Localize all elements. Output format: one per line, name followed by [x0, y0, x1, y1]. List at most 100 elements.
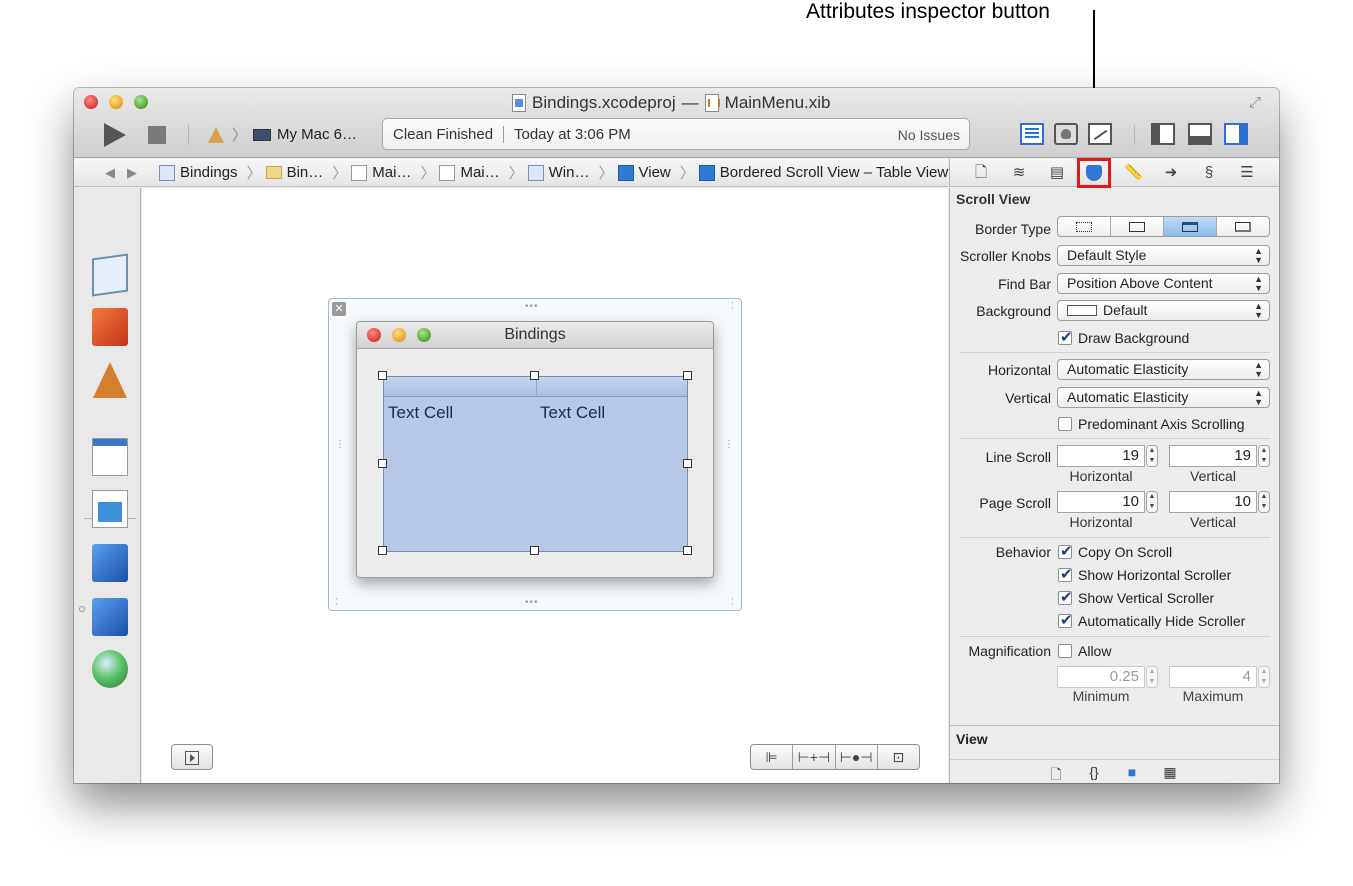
zoom-button[interactable] [134, 95, 148, 109]
show-horizontal-scroller-checkbox[interactable] [1058, 565, 1073, 583]
back-arrow-icon[interactable]: ◀ [105, 165, 115, 181]
line-scroll-horizontal-stepper[interactable]: ▲ ▼ [1146, 445, 1158, 467]
page-scroll-vertical-stepper[interactable]: ▲ ▼ [1258, 491, 1270, 513]
resize-handle[interactable] [378, 371, 387, 380]
scroller-knobs-popup[interactable]: Default Style ▲ ▼ [1057, 245, 1270, 266]
page-scroll-horizontal-field[interactable]: 10 [1057, 491, 1145, 513]
pin-button[interactable]: ⊢+⊣ [793, 745, 836, 769]
object-library-icon[interactable]: ■ [1124, 764, 1140, 780]
border-type-segmented[interactable] [1057, 216, 1270, 237]
maximum-caption: Maximum [1182, 688, 1244, 704]
stop-button[interactable] [148, 126, 166, 144]
text-cell[interactable]: Text Cell [388, 403, 453, 423]
fullscreen-icon[interactable]: ⤢ [1249, 94, 1267, 112]
issues-label[interactable]: No Issues [898, 127, 960, 143]
document-outline-toggle-button[interactable] [171, 744, 213, 770]
table-view[interactable]: Text Cell Text Cell [383, 376, 688, 552]
layout-buttons: ⊫ ⊢+⊣ ⊢●⊣ ⊡ [750, 744, 920, 770]
quick-help-icon[interactable]: ≋ [1010, 164, 1028, 182]
align-button[interactable]: ⊫ [751, 745, 794, 769]
resize-handle[interactable] [683, 546, 692, 555]
show-vertical-scroller-checkbox[interactable] [1058, 588, 1073, 606]
design-window[interactable]: Bindings Text Cell Text Cell [356, 321, 714, 578]
debug-area-toggle-icon[interactable] [1188, 123, 1212, 145]
view-icon [698, 164, 715, 181]
border-bezel-segment[interactable] [1164, 217, 1217, 236]
resizing-button[interactable]: ⊡ [878, 745, 919, 769]
utilities-toggle-icon[interactable] [1224, 123, 1248, 145]
resize-handle[interactable] [530, 371, 539, 380]
resize-dots: ⋮ [335, 439, 346, 450]
resize-handle[interactable] [378, 546, 387, 555]
media-library-icon[interactable]: ▦ [1162, 764, 1178, 780]
assistant-editor-icon[interactable] [1054, 123, 1078, 145]
resize-dots: ••• [525, 597, 539, 608]
line-scroll-vertical-field[interactable]: 19 [1169, 445, 1257, 467]
code-snippet-icon[interactable]: {} [1086, 764, 1102, 780]
resize-handle[interactable] [683, 371, 692, 380]
resize-handle[interactable] [683, 459, 692, 468]
predominant-axis-checkbox[interactable] [1058, 417, 1072, 431]
standard-editor-icon[interactable] [1020, 123, 1044, 145]
copy-on-scroll-label: Copy On Scroll [1078, 544, 1173, 560]
close-button[interactable] [84, 95, 98, 109]
horizontal-elasticity-popup[interactable]: Automatic Elasticity ▲ ▼ [1057, 359, 1270, 380]
line-scroll-horizontal-field[interactable]: 19 [1057, 445, 1145, 467]
project-icon [159, 164, 175, 181]
run-button[interactable] [104, 123, 126, 147]
breadcrumb-menu[interactable]: Mai… 〉 [439, 162, 524, 183]
object-cube-icon[interactable] [92, 598, 128, 636]
minimize-button[interactable] [109, 95, 123, 109]
ib-canvas[interactable]: ✕ ••• ⁚ ⋮ ⋮ ⁚ ••• ⁚ Bindings Text Cell T… [142, 188, 948, 783]
text-cell[interactable]: Text Cell [540, 403, 605, 423]
folder-icon [265, 166, 282, 179]
scheme-selector[interactable]: 〉 My Mac 6… [206, 124, 357, 145]
forward-arrow-icon[interactable]: ▶ [127, 165, 137, 181]
resolve-button[interactable]: ⊢●⊣ [836, 745, 878, 769]
font-manager-icon[interactable] [92, 650, 128, 688]
breadcrumb-project[interactable]: Bindings 〉 [159, 162, 262, 183]
breadcrumb-window[interactable]: Win… 〉 [527, 162, 614, 183]
section-divider [960, 438, 1270, 439]
vertical-elasticity-popup[interactable]: Automatic Elasticity ▲ ▼ [1057, 387, 1270, 408]
border-line-segment[interactable] [1111, 217, 1164, 236]
resize-handle[interactable] [378, 459, 387, 468]
popup-arrows-icon: ▲ ▼ [1254, 301, 1263, 320]
application-icon[interactable] [92, 362, 128, 400]
line-scroll-vertical-stepper[interactable]: ▲ ▼ [1258, 445, 1270, 467]
page-scroll-vertical-caption: Vertical [1190, 514, 1236, 530]
bindings-inspector-icon[interactable]: § [1200, 164, 1218, 182]
identity-inspector-icon[interactable]: ▤ [1048, 164, 1066, 182]
app-delegate-icon[interactable] [92, 544, 128, 582]
breadcrumb-view[interactable]: View 〉 [617, 162, 695, 183]
breadcrumb-scroll-view[interactable]: Bordered Scroll View – Table View [698, 164, 948, 181]
page-scroll-horizontal-stepper[interactable]: ▲ ▼ [1146, 491, 1158, 513]
find-bar-popup[interactable]: Position Above Content ▲ ▼ [1057, 273, 1270, 294]
attributes-inspector-button[interactable] [1077, 158, 1111, 188]
version-editor-icon[interactable] [1088, 123, 1112, 145]
copy-on-scroll-checkbox[interactable] [1058, 542, 1073, 560]
effects-inspector-icon[interactable]: ☰ [1238, 164, 1256, 182]
placeholder-cube-icon[interactable] [92, 253, 128, 297]
resize-handle[interactable] [530, 546, 539, 555]
connections-inspector-icon[interactable]: ➜ [1162, 164, 1180, 182]
border-groove-segment[interactable] [1217, 217, 1269, 236]
minimum-caption: Minimum [1072, 688, 1130, 704]
toolbar-separator [188, 125, 189, 145]
file-inspector-icon[interactable]: 🗋 [972, 164, 990, 182]
auto-hide-scroller-checkbox[interactable] [1058, 611, 1073, 629]
file-template-icon[interactable]: 🗋 [1048, 764, 1064, 782]
breadcrumb-group[interactable]: Bin… 〉 [265, 162, 347, 183]
page-scroll-vertical-field[interactable]: 10 [1169, 491, 1257, 513]
allow-magnification-checkbox[interactable] [1058, 644, 1072, 658]
draw-background-checkbox[interactable] [1058, 328, 1073, 346]
main-menu-icon[interactable] [92, 438, 128, 476]
window-object-icon[interactable] [92, 490, 128, 528]
size-inspector-icon[interactable]: 📏 [1124, 164, 1143, 182]
first-responder-icon[interactable] [92, 308, 128, 346]
background-color-popup[interactable]: Default ▲ ▼ [1057, 300, 1270, 321]
border-none-segment[interactable] [1058, 217, 1111, 236]
breadcrumb-file[interactable]: Mai… 〉 [351, 162, 435, 183]
navigator-toggle-icon[interactable] [1151, 123, 1175, 145]
close-icon[interactable]: ✕ [332, 302, 346, 316]
